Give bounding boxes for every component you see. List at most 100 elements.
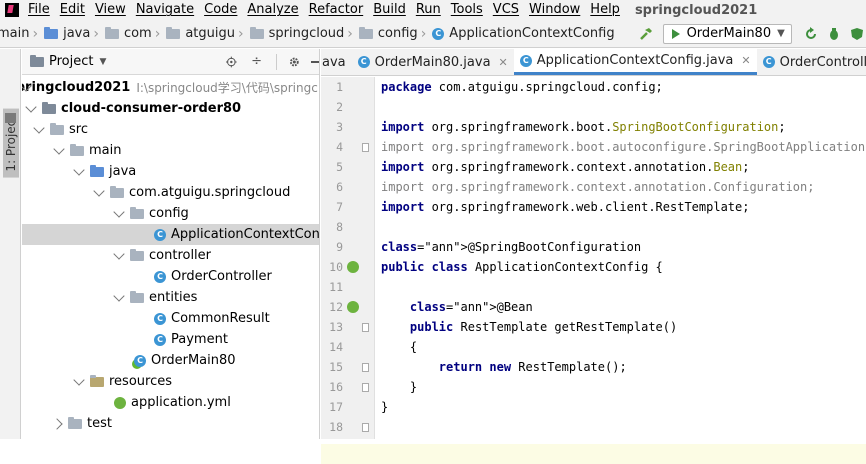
coverage-icon[interactable] xyxy=(850,27,864,41)
tree-item-label: Payment xyxy=(171,332,228,347)
fold-icon[interactable] xyxy=(362,363,369,372)
chevron-down-icon xyxy=(25,100,37,113)
tree-item-ordercontroller[interactable]: C OrderController xyxy=(22,266,319,287)
breadcrumb-config[interactable]: config › xyxy=(358,25,430,42)
tree-item-label: application.yml xyxy=(131,395,231,410)
structure-icon[interactable] xyxy=(5,113,16,123)
rerun-icon[interactable] xyxy=(804,26,818,41)
line-number: 6 xyxy=(336,180,343,194)
code-line[interactable]: public class ApplicationContextConfig { xyxy=(381,257,663,277)
code-line[interactable]: import org.springframework.boot.autoconf… xyxy=(381,137,866,157)
tree-item-main[interactable]: main xyxy=(22,140,319,161)
tree-item-ordermain80[interactable]: C OrderMain80 xyxy=(22,350,319,371)
breadcrumb-atguigu[interactable]: atguigu › xyxy=(166,26,247,42)
project-view-icon xyxy=(30,54,44,67)
code-line[interactable]: public RestTemplate getRestTemplate() xyxy=(381,317,677,337)
hammer-build-icon[interactable] xyxy=(639,27,653,41)
tree-item-module[interactable]: cloud-consumer-order80 xyxy=(22,98,319,119)
code-line[interactable]: { xyxy=(381,337,417,357)
chevron-down-icon[interactable]: ▼ xyxy=(99,57,106,67)
fold-icon[interactable] xyxy=(362,323,369,332)
chevron-right-icon: › xyxy=(154,25,161,42)
menu-code[interactable]: Code xyxy=(199,0,242,20)
menu-view[interactable]: View xyxy=(90,0,131,20)
tree-item-commonresult[interactable]: C CommonResult xyxy=(22,308,319,329)
line-number: 3 xyxy=(336,120,343,134)
run-configuration-select[interactable]: OrderMain80 ▼ xyxy=(662,23,792,44)
tree-root-project[interactable]: springcloud2021 I:\springcloud学习\代码\spri… xyxy=(22,77,319,98)
fold-icon[interactable] xyxy=(362,143,369,152)
locate-file-icon[interactable] xyxy=(226,55,238,69)
resources-folder-icon xyxy=(90,374,104,387)
code-line[interactable]: } xyxy=(381,397,388,417)
chevron-down-icon xyxy=(73,163,85,176)
tab-ordercontroller[interactable]: COrderController.ja xyxy=(757,49,866,75)
breadcrumb-springcloud[interactable]: springcloud › xyxy=(249,26,357,42)
class-icon: C xyxy=(519,54,532,67)
tree-item-java[interactable]: java xyxy=(22,161,319,182)
tree-item-application-yml[interactable]: application.yml xyxy=(22,392,319,413)
menu-tools[interactable]: Tools xyxy=(446,0,488,20)
code-line[interactable]: import org.springframework.web.client.Re… xyxy=(381,197,749,217)
class-icon: C xyxy=(154,270,166,283)
code-line[interactable]: import org.springframework.context.annot… xyxy=(381,157,749,177)
menu-analyze[interactable]: Analyze xyxy=(242,0,303,20)
debug-icon[interactable] xyxy=(827,27,841,41)
tree-item-config[interactable]: config xyxy=(22,203,319,224)
fold-icon[interactable] xyxy=(362,383,369,392)
tree-item-src[interactable]: src xyxy=(22,119,319,140)
project-tool-window: Project ▼ ÷ springcloud2021 I:\springclo… xyxy=(22,49,320,439)
window-title: springcloud2021 xyxy=(634,2,758,18)
breadcrumb-main[interactable]: main › xyxy=(0,26,42,42)
menu-navigate[interactable]: Navigate xyxy=(131,0,199,20)
spring-bean-gutter-icon[interactable] xyxy=(347,261,359,273)
menu-build[interactable]: Build xyxy=(368,0,411,20)
code-line[interactable]: class="ann">@SpringBootConfiguration xyxy=(381,237,641,257)
menu-help[interactable]: Help xyxy=(585,0,625,20)
breadcrumb-file[interactable]: C ApplicationContextConfig xyxy=(432,26,615,41)
menu-refactor[interactable]: Refactor xyxy=(304,0,369,20)
menu-vcs[interactable]: VCS xyxy=(488,0,524,20)
tree-item-label: java xyxy=(109,164,137,179)
menu-window[interactable]: Window xyxy=(524,0,585,20)
line-number: 16 xyxy=(329,380,343,394)
tab-partial-java[interactable]: ava xyxy=(321,49,352,75)
package-icon xyxy=(110,185,124,198)
menu-file[interactable]: File xyxy=(23,0,55,20)
line-number: 10 xyxy=(329,260,343,274)
code-line[interactable]: package com.atguigu.springcloud.config; xyxy=(381,77,663,97)
gear-icon[interactable] xyxy=(289,55,300,69)
tree-item-applicationcontextconfig[interactable]: C ApplicationContextConfig xyxy=(22,224,319,245)
code-line[interactable]: class="ann">@Bean xyxy=(381,297,533,317)
close-icon[interactable]: ✕ xyxy=(499,56,508,69)
menu-run[interactable]: Run xyxy=(411,0,446,20)
tree-item-package-root[interactable]: com.atguigu.springcloud xyxy=(22,182,319,203)
code-line[interactable]: } xyxy=(381,377,417,397)
tree-item-payment[interactable]: C Payment xyxy=(22,329,319,350)
tree-item-entities[interactable]: entities xyxy=(22,287,319,308)
tab-applicationcontextconfig[interactable]: C ApplicationContextConfig.java ✕ xyxy=(513,49,757,75)
class-icon: C xyxy=(154,333,166,346)
collapse-all-icon[interactable]: ÷ xyxy=(251,54,262,69)
code-line[interactable]: return new RestTemplate(); xyxy=(381,357,627,377)
code-line[interactable]: import org.springframework.boot.SpringBo… xyxy=(381,117,786,137)
fold-icon[interactable] xyxy=(362,423,369,432)
tab-ordermain80[interactable]: C OrderMain80.java ✕ xyxy=(352,49,514,75)
line-number: 9 xyxy=(336,240,343,254)
tree-item-test[interactable]: test xyxy=(22,413,319,434)
package-icon xyxy=(130,290,144,303)
line-number: 1 xyxy=(336,80,343,94)
spring-bean-gutter-icon[interactable] xyxy=(347,301,359,313)
project-view-selector[interactable]: Project xyxy=(49,54,93,69)
tool-window-strip: 1: Project xyxy=(0,49,21,439)
tree-item-controller[interactable]: controller xyxy=(22,245,319,266)
breadcrumb-java[interactable]: java › xyxy=(44,26,103,42)
tree-item-label: OrderMain80 xyxy=(151,353,236,368)
tree-item-resources[interactable]: resources xyxy=(22,371,319,392)
code-line[interactable]: import org.springframework.context.annot… xyxy=(381,177,814,197)
menu-edit[interactable]: Edit xyxy=(55,0,90,20)
close-icon[interactable]: ✕ xyxy=(741,54,750,67)
breadcrumb-com[interactable]: com › xyxy=(104,25,164,42)
chevron-right-icon: › xyxy=(420,25,427,42)
hide-panel-icon[interactable] xyxy=(311,60,319,63)
